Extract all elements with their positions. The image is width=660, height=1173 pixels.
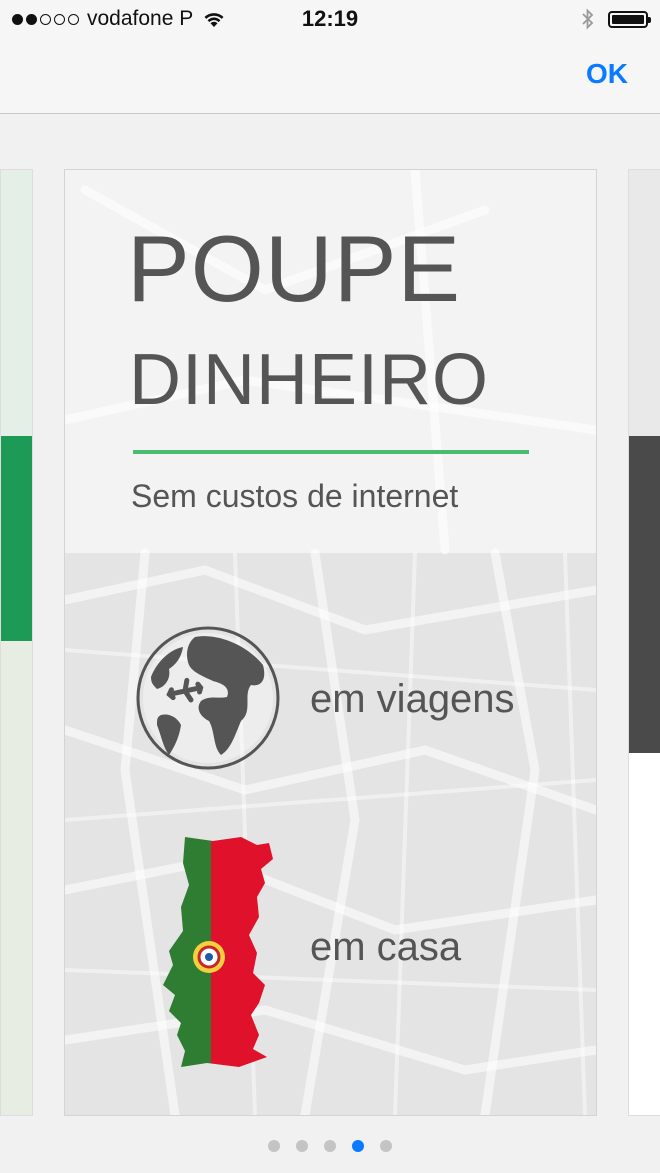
portugal-flag-map-icon: [163, 837, 273, 1067]
title-line-2: DINHEIRO: [129, 340, 490, 420]
status-bar: vodafone P 12:19: [0, 0, 660, 40]
bluetooth-icon: [582, 8, 594, 30]
next-slide-card[interactable]: [628, 169, 660, 1116]
previous-slide-card[interactable]: [0, 169, 33, 1116]
feature-travel-label: em viagens: [310, 677, 515, 721]
feature-home-label: em casa: [310, 925, 462, 969]
page-dot[interactable]: [296, 1140, 308, 1152]
onboarding-carousel[interactable]: POUPE DINHEIRO Sem custos de internet em…: [0, 114, 660, 1173]
clock: 12:19: [301, 6, 359, 31]
page-dot[interactable]: [380, 1140, 392, 1152]
page-indicator[interactable]: [0, 1140, 660, 1152]
slide-card: POUPE DINHEIRO Sem custos de internet em…: [64, 169, 597, 1116]
page-dot[interactable]: [324, 1140, 336, 1152]
globe-airplane-icon: [136, 626, 280, 770]
title-divider: [133, 450, 529, 454]
ok-button[interactable]: OK: [586, 58, 628, 90]
status-right: [581, 8, 651, 30]
subtitle: Sem custos de internet: [131, 478, 459, 514]
title-line-1: POUPE: [127, 216, 462, 321]
navigation-bar: OK: [0, 40, 660, 114]
battery-icon: [608, 10, 651, 28]
page-dot[interactable]: [268, 1140, 280, 1152]
page-dot-active[interactable]: [352, 1140, 364, 1152]
